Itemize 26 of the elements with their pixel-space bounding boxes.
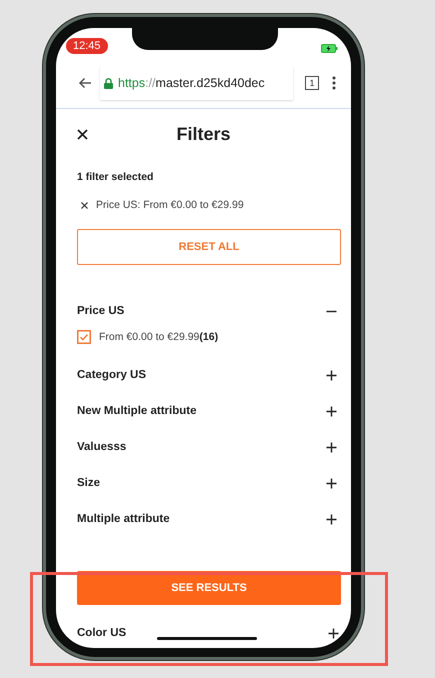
close-icon[interactable] (77, 128, 88, 140)
battery-icon (321, 44, 338, 53)
status-time: 12:45 (66, 38, 108, 54)
back-arrow-icon[interactable] (78, 77, 92, 89)
expand-icon[interactable] (326, 406, 337, 416)
filter-chip-label: Price US: From €0.00 to €29.99 (96, 199, 244, 211)
section-title[interactable]: New Multiple attribute (77, 405, 196, 417)
section-title[interactable]: Color US (77, 627, 126, 639)
section-title[interactable]: Valuesss (77, 441, 126, 453)
option-label: From €0.00 to €29.99(16) (99, 331, 218, 343)
section-title[interactable]: Price US (77, 305, 124, 317)
checkbox[interactable] (77, 330, 91, 344)
expand-icon[interactable] (328, 628, 339, 638)
expand-icon[interactable] (326, 478, 337, 488)
section-title[interactable]: Category US (77, 369, 146, 381)
remove-icon[interactable] (81, 202, 88, 208)
section-title[interactable]: Size (77, 477, 100, 489)
expand-icon[interactable] (326, 514, 337, 524)
lock-icon (104, 78, 113, 88)
expand-icon[interactable] (326, 442, 337, 452)
tab-count-button[interactable]: 1 (305, 76, 319, 90)
section-title[interactable]: Multiple attribute (77, 513, 170, 525)
expand-icon[interactable] (326, 370, 337, 380)
address-bar[interactable]: https://master.d25kd40dec (100, 66, 293, 100)
page-title: Filters (176, 124, 231, 144)
filter-count: 1 filter selected (77, 171, 154, 183)
